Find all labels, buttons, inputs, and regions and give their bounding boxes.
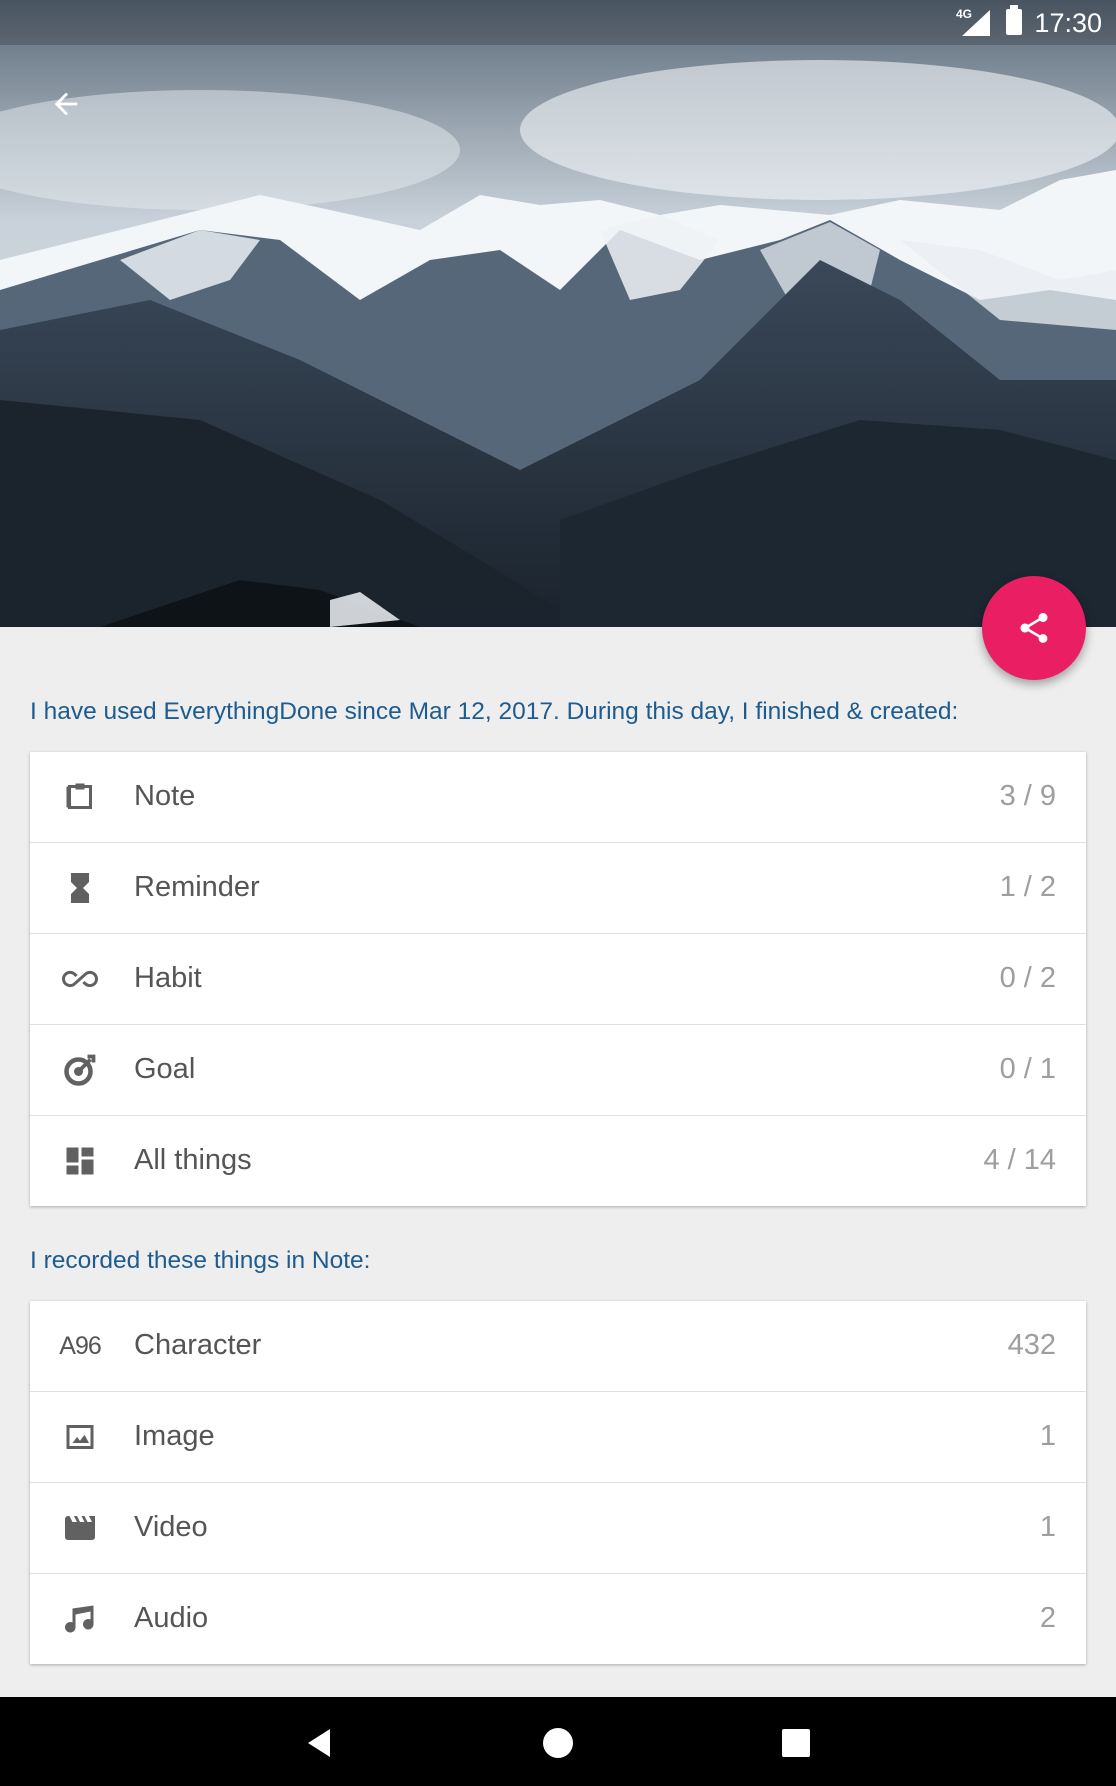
dashboard-icon [62, 1143, 98, 1179]
statistics-screen: 4G 17:30 I have used EverythingDone sinc… [0, 0, 1116, 1786]
list-item-character[interactable]: A96 Character 432 [30, 1301, 1086, 1392]
header-mountain-image [0, 0, 1116, 627]
row-value: 0 / 1 [999, 1053, 1056, 1085]
character-count-icon: A96 [59, 1331, 101, 1360]
list-item-all-things[interactable]: All things 4 / 14 [30, 1116, 1086, 1206]
target-icon [62, 1052, 98, 1088]
list-item-image[interactable]: Image 1 [30, 1392, 1086, 1483]
row-value: 1 [1039, 1511, 1056, 1543]
row-label: Habit [134, 962, 202, 994]
status-bar: 4G 17:30 [0, 0, 1116, 45]
back-button[interactable] [36, 78, 96, 130]
music-note-icon [62, 1601, 98, 1637]
nav-home-icon[interactable] [538, 1723, 578, 1763]
row-value: 4 / 14 [983, 1144, 1056, 1176]
list-item-note[interactable]: Note 3 / 9 [30, 752, 1086, 843]
row-label: Note [134, 780, 196, 812]
row-value: 432 [1007, 1329, 1056, 1361]
list-item-habit[interactable]: Habit 0 / 2 [30, 934, 1086, 1025]
row-value: 0 / 2 [999, 962, 1056, 994]
row-label: Audio [134, 1602, 209, 1634]
system-navigation-bar [0, 1697, 1116, 1786]
arrow-back-icon [54, 92, 78, 116]
row-value: 2 [1039, 1602, 1056, 1634]
row-label: Video [134, 1511, 208, 1543]
video-icon [62, 1510, 98, 1546]
habit-loop-icon [62, 961, 98, 997]
image-icon [62, 1419, 98, 1455]
row-label: All things [134, 1144, 252, 1176]
note-icon [62, 779, 98, 815]
row-value: 3 / 9 [999, 780, 1056, 812]
share-button[interactable] [982, 576, 1086, 680]
note-stats-heading: I recorded these things in Note: [30, 1247, 371, 1274]
nav-back-icon[interactable] [300, 1723, 340, 1763]
row-label: Image [134, 1420, 215, 1452]
list-item-video[interactable]: Video 1 [30, 1483, 1086, 1574]
share-icon [1020, 613, 1048, 643]
hourglass-icon [62, 870, 98, 906]
signal-icon [962, 10, 990, 36]
summary-heading: I have used EverythingDone since Mar 12,… [30, 698, 959, 725]
nav-recents-icon[interactable] [776, 1723, 816, 1763]
row-value: 1 [1039, 1420, 1056, 1452]
note-stats-card: A96 Character 432 Image 1 Video 1 Audio … [30, 1301, 1086, 1664]
list-item-reminder[interactable]: Reminder 1 / 2 [30, 843, 1086, 934]
list-item-audio[interactable]: Audio 2 [30, 1574, 1086, 1664]
summary-card: Note 3 / 9 Reminder 1 / 2 Habit 0 / 2 Go… [30, 752, 1086, 1206]
row-label: Character [134, 1329, 262, 1361]
row-label: Reminder [134, 871, 260, 903]
clock: 17:30 [1034, 8, 1102, 38]
row-label: Goal [134, 1053, 196, 1085]
row-value: 1 / 2 [999, 871, 1056, 903]
list-item-goal[interactable]: Goal 0 / 1 [30, 1025, 1086, 1116]
battery-icon [1006, 5, 1022, 35]
